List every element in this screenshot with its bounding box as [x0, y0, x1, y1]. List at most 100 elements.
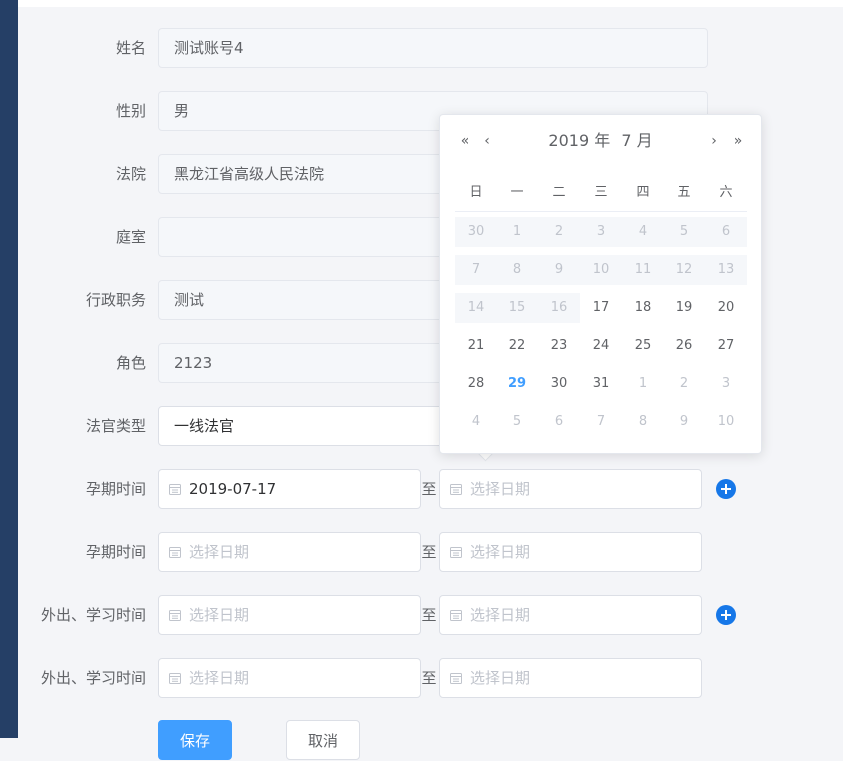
start-date-placeholder: 选择日期	[189, 543, 250, 561]
calendar-day-cell: 14	[455, 293, 497, 323]
calendar-day-cell: 3	[580, 217, 622, 247]
position-value: 测试	[174, 291, 205, 309]
end-date-input[interactable]: 选择日期	[439, 532, 702, 572]
role-value: 2123	[174, 354, 213, 372]
calendar-day-cell: 16	[538, 293, 580, 323]
calendar-day-cell[interactable]: 29	[496, 369, 538, 399]
date-range-row: 外出、学习时间 选择日期 至 选择日期	[18, 595, 843, 635]
next-month-icon[interactable]: ›	[705, 132, 723, 150]
end-date-placeholder: 选择日期	[470, 543, 531, 561]
calendar-day-cell: 2	[538, 217, 580, 247]
form-top-strip	[18, 0, 843, 7]
calendar-day-cell: 11	[622, 255, 664, 285]
calendar-day-cell[interactable]: 4	[455, 407, 497, 437]
calendar-day-cell[interactable]: 18	[622, 293, 664, 323]
calendar-day-cell: 15	[496, 293, 538, 323]
calendar-icon	[450, 547, 462, 558]
calendar-day-cell: 30	[455, 217, 497, 247]
calendar-day-cell[interactable]: 30	[538, 369, 580, 399]
calendar-day-cell[interactable]: 8	[622, 407, 664, 437]
calendar-day-cell: 1	[496, 217, 538, 247]
calendar-day-cell[interactable]: 20	[705, 293, 747, 323]
calendar-day-cell[interactable]: 24	[580, 331, 622, 361]
add-range-plus-icon[interactable]	[716, 605, 736, 625]
end-date-input[interactable]: 选择日期	[439, 658, 702, 698]
gender-value: 男	[174, 102, 190, 120]
next-year-icon[interactable]: »	[729, 132, 747, 150]
calendar-day-cell[interactable]: 7	[580, 407, 622, 437]
date-range-row: 孕期时间 2019-07-17 至 选择日期	[18, 469, 843, 509]
calendar-day-cell: 4	[622, 217, 664, 247]
date-range-label: 外出、学习时间	[40, 606, 146, 624]
end-date-input[interactable]: 选择日期	[439, 595, 702, 635]
end-date-input[interactable]: 选择日期	[439, 469, 702, 509]
weekday-label: 二	[552, 185, 566, 200]
calendar-day-cell[interactable]: 10	[705, 407, 747, 437]
range-separator: 至	[421, 543, 437, 561]
calendar-icon	[169, 484, 181, 495]
calendar-day-cell[interactable]: 31	[580, 369, 622, 399]
range-separator: 至	[421, 669, 437, 687]
date-range-row: 孕期时间 选择日期 至 选择日期	[18, 532, 843, 572]
calendar-icon	[169, 673, 181, 684]
end-date-placeholder: 选择日期	[470, 480, 531, 498]
weekday-label: 三	[594, 185, 608, 200]
date-range-label: 孕期时间	[85, 543, 146, 561]
weekday-label: 日	[469, 185, 483, 200]
calendar-day-cell[interactable]: 3	[705, 369, 747, 399]
calendar-day-cell[interactable]: 23	[538, 331, 580, 361]
picker-year[interactable]: 2019 年	[548, 131, 610, 150]
calendar-day-cell[interactable]: 6	[538, 407, 580, 437]
name-input[interactable]: 测试账号4	[158, 28, 708, 68]
weekday-label: 五	[677, 185, 691, 200]
date-range-label: 孕期时间	[85, 480, 146, 498]
start-date-value: 2019-07-17	[189, 480, 277, 498]
calendar-day-cell[interactable]: 2	[663, 369, 705, 399]
chamber-label: 庭室	[115, 228, 146, 246]
calendar-day-cell: 8	[496, 255, 538, 285]
judge-type-value: 一线法官	[174, 417, 235, 435]
form-row-name: 姓名 测试账号4	[18, 28, 843, 68]
calendar-day-cell[interactable]: 22	[496, 331, 538, 361]
calendar-day-cell[interactable]: 27	[705, 331, 747, 361]
calendar-day-cell[interactable]: 1	[622, 369, 664, 399]
calendar-day-cell: 9	[538, 255, 580, 285]
calendar-day-cell: 13	[705, 255, 747, 285]
calendar-icon	[450, 610, 462, 621]
calendar-icon	[450, 673, 462, 684]
calendar-day-cell: 5	[663, 217, 705, 247]
court-value: 黑龙江省高级人民法院	[174, 165, 325, 183]
range-separator: 至	[421, 606, 437, 624]
calendar-day-cell[interactable]: 19	[663, 293, 705, 323]
judge-type-label: 法官类型	[85, 417, 146, 435]
role-label: 角色	[115, 354, 146, 372]
calendar-day-cell[interactable]: 26	[663, 331, 705, 361]
calendar-day-cell[interactable]: 9	[663, 407, 705, 437]
calendar-icon	[169, 547, 181, 558]
end-date-placeholder: 选择日期	[470, 606, 531, 624]
cancel-button[interactable]: 取消	[286, 720, 360, 760]
calendar-day-cell[interactable]: 28	[455, 369, 497, 399]
calendar-day-cell: 12	[663, 255, 705, 285]
start-date-input[interactable]: 选择日期	[158, 532, 421, 572]
weekday-label: 一	[510, 185, 524, 200]
gender-label: 性别	[115, 102, 146, 120]
range-separator: 至	[421, 480, 437, 498]
calendar-icon	[169, 610, 181, 621]
add-range-plus-icon[interactable]	[716, 479, 736, 499]
calendar-day-cell[interactable]: 17	[580, 293, 622, 323]
start-date-placeholder: 选择日期	[189, 606, 250, 624]
picker-month[interactable]: 7 月	[621, 131, 652, 150]
start-date-input[interactable]: 2019-07-17	[158, 469, 421, 509]
save-button[interactable]: 保存	[158, 720, 232, 760]
calendar-day-cell: 7	[455, 255, 497, 285]
weekday-divider	[455, 211, 747, 212]
calendar-day-cell[interactable]: 5	[496, 407, 538, 437]
sidebar-edge	[0, 0, 18, 738]
end-date-placeholder: 选择日期	[470, 669, 531, 687]
start-date-input[interactable]: 选择日期	[158, 595, 421, 635]
date-range-row: 外出、学习时间 选择日期 至 选择日期	[18, 658, 843, 698]
start-date-input[interactable]: 选择日期	[158, 658, 421, 698]
calendar-day-cell[interactable]: 21	[455, 331, 497, 361]
calendar-day-cell[interactable]: 25	[622, 331, 664, 361]
